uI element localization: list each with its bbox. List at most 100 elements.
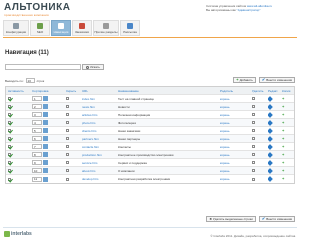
url-link[interactable]: develop.htm	[82, 175, 116, 183]
copy-plus-icon[interactable]: +	[282, 144, 284, 149]
delete-checkbox[interactable]	[252, 153, 255, 156]
sort-input[interactable]: 5	[32, 128, 42, 133]
delete-checkbox[interactable]	[252, 177, 255, 181]
delete-checkbox[interactable]	[252, 161, 255, 164]
footer-logo[interactable]: interlabs	[4, 231, 32, 237]
tab-mailing[interactable]: Рассылка	[120, 20, 140, 36]
pencil-icon[interactable]	[268, 95, 273, 102]
sort-input[interactable]: 8	[32, 152, 42, 157]
parent-link[interactable]: корень	[220, 97, 230, 101]
reorder-icon[interactable]	[43, 168, 48, 173]
parent-link[interactable]: корень	[220, 153, 230, 157]
hidden-checkbox[interactable]	[66, 129, 69, 132]
pencil-icon[interactable]	[268, 159, 273, 166]
reorder-icon[interactable]	[43, 112, 48, 117]
pencil-icon[interactable]	[268, 143, 273, 150]
pencil-icon[interactable]	[268, 103, 273, 110]
copy-plus-icon[interactable]: +	[282, 112, 284, 117]
active-checkbox[interactable]	[8, 169, 11, 172]
active-checkbox[interactable]	[8, 129, 11, 132]
active-checkbox[interactable]	[8, 121, 11, 124]
hidden-checkbox[interactable]	[66, 161, 69, 164]
sort-input[interactable]: 1	[32, 96, 42, 101]
hidden-checkbox[interactable]	[66, 137, 69, 140]
hidden-checkbox[interactable]	[66, 177, 69, 181]
reorder-icon[interactable]	[43, 120, 48, 125]
reorder-icon[interactable]	[43, 128, 48, 133]
delete-checkbox[interactable]	[252, 105, 255, 108]
pencil-icon[interactable]	[268, 167, 273, 174]
url-link[interactable]: photo.htm	[82, 119, 116, 126]
reorder-icon[interactable]	[43, 136, 48, 141]
copy-plus-icon[interactable]: +	[282, 152, 284, 157]
pencil-icon[interactable]	[268, 111, 273, 118]
parent-link[interactable]: корень	[220, 129, 230, 133]
delete-checkbox[interactable]	[252, 113, 255, 116]
url-link[interactable]: production.htm	[82, 151, 116, 158]
search-button[interactable]: Искать	[82, 64, 104, 70]
url-link[interactable]: articles.htm	[82, 111, 116, 118]
url-link[interactable]: partners.htm	[82, 135, 116, 142]
active-checkbox[interactable]	[8, 105, 11, 108]
reorder-icon[interactable]	[43, 96, 48, 101]
copy-plus-icon[interactable]: +	[282, 96, 284, 101]
delete-checkbox[interactable]	[252, 137, 255, 140]
url-link[interactable]: contacts.htm	[82, 143, 116, 150]
parent-link[interactable]: корень	[220, 161, 230, 165]
per-page-select[interactable]: 20	[25, 78, 35, 83]
delete-checkbox[interactable]	[252, 97, 255, 100]
pencil-icon[interactable]	[268, 176, 273, 182]
parent-link[interactable]: корень	[220, 137, 230, 141]
delete-checkbox[interactable]	[252, 121, 255, 124]
reorder-icon[interactable]	[43, 160, 48, 165]
tab-navigation[interactable]: Навигация	[51, 20, 71, 36]
reorder-icon[interactable]	[43, 152, 48, 157]
add-button[interactable]: + Добавить	[233, 77, 256, 83]
copy-plus-icon[interactable]: +	[282, 168, 284, 173]
tab-other-sections[interactable]: Прочие разделы	[93, 20, 119, 36]
sort-input[interactable]: 6	[32, 136, 42, 141]
col-url[interactable]: URL	[82, 87, 116, 94]
sort-input[interactable]: 4	[32, 120, 42, 125]
reorder-icon[interactable]	[43, 144, 48, 149]
hidden-checkbox[interactable]	[66, 105, 69, 108]
sort-input[interactable]: 3	[32, 112, 42, 117]
delete-selected-button[interactable]: ✖ Удалить выделенные строки	[206, 216, 256, 222]
url-link[interactable]: about.htm	[82, 167, 116, 174]
delete-checkbox[interactable]	[252, 129, 255, 132]
sort-input[interactable]: 7	[32, 144, 42, 149]
active-checkbox[interactable]	[8, 97, 11, 100]
tab-seo[interactable]: SEO	[30, 20, 50, 36]
delete-checkbox[interactable]	[252, 145, 255, 148]
active-checkbox[interactable]	[8, 153, 11, 156]
col-activity[interactable]: Активность	[8, 87, 30, 94]
active-checkbox[interactable]	[8, 161, 11, 164]
parent-link[interactable]: корень	[220, 145, 230, 149]
col-parent[interactable]: Родитель	[220, 87, 250, 94]
parent-link[interactable]: корень	[220, 169, 230, 173]
sort-input[interactable]: 9	[32, 160, 42, 165]
url-link[interactable]: index.htm	[82, 95, 116, 102]
col-hidden[interactable]: Скрыть	[66, 87, 78, 94]
user-link[interactable]: "Администратор"	[237, 8, 261, 12]
pencil-icon[interactable]	[268, 135, 273, 142]
copy-plus-icon[interactable]: +	[282, 160, 284, 165]
sort-input[interactable]: 10	[32, 168, 42, 173]
url-link[interactable]: news.htm	[82, 103, 116, 110]
parent-link[interactable]: корень	[220, 113, 230, 117]
active-checkbox[interactable]	[8, 177, 11, 181]
pencil-icon[interactable]	[268, 119, 273, 126]
parent-link[interactable]: корень	[220, 105, 230, 109]
parent-link[interactable]: корень	[220, 177, 230, 181]
copy-plus-icon[interactable]: +	[282, 136, 284, 141]
url-link[interactable]: clients.htm	[82, 127, 116, 134]
col-sort[interactable]: Сортировка	[32, 87, 64, 94]
hidden-checkbox[interactable]	[66, 113, 69, 116]
hidden-checkbox[interactable]	[66, 153, 69, 156]
parent-link[interactable]: корень	[220, 121, 230, 125]
hidden-checkbox[interactable]	[66, 121, 69, 124]
reorder-icon[interactable]	[43, 104, 48, 109]
delete-checkbox[interactable]	[252, 169, 255, 172]
tab-configuration[interactable]: Конфигурация	[3, 20, 29, 36]
hidden-checkbox[interactable]	[66, 145, 69, 148]
